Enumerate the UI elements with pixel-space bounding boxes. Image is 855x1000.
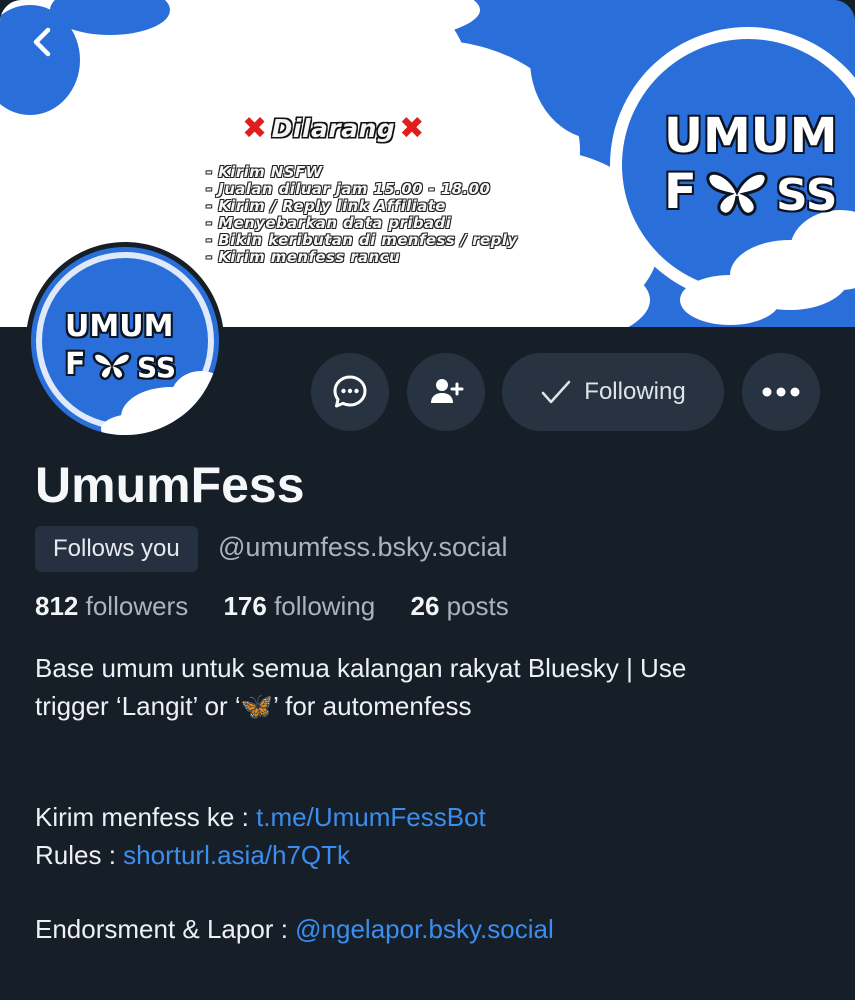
bio-endorse-line: Endorsment & Lapor : @ngelapor.bsky.soci…: [35, 914, 554, 945]
rule-item: - Menyebarkan data pribadi: [206, 214, 452, 232]
butterfly-icon: [92, 352, 132, 380]
rule-item: - Bikin keributan di menfess / reply: [206, 231, 518, 249]
chevron-left-icon: [33, 27, 51, 57]
telegram-link[interactable]: t.me/UmumFessBot: [256, 802, 486, 832]
endorse-label: Endorsment & Lapor :: [35, 914, 296, 944]
display-name: UmumFess: [35, 457, 305, 513]
user-plus-icon: [431, 379, 464, 403]
banner-logo-line1: UMUM: [664, 108, 838, 164]
bio-rules-line: Rules : shorturl.asia/h7QTk: [35, 840, 350, 871]
rules-title-text: Dilarang: [271, 113, 396, 143]
kirim-label: Kirim menfess ke :: [35, 802, 257, 832]
banner-rules: ✖ Dilarang ✖ - Kirim NSFW - Jualan dilua…: [206, 108, 566, 266]
bio-line-1: Base umum untuk semua kalangan rakyat Bl…: [35, 653, 687, 683]
rule-item: - Kirim / Reply link Affiliate: [206, 197, 446, 215]
followers-stat[interactable]: 812 followers: [35, 591, 188, 621]
following-label: following: [274, 591, 376, 621]
rule-item: - Kirim NSFW: [206, 163, 323, 181]
avatar-image: UMUM F SS: [31, 247, 219, 435]
profile-stats: 812 followers 176 following 26 posts: [35, 591, 509, 622]
butterfly-icon: [706, 171, 768, 216]
ellipsis-icon: [762, 387, 800, 397]
bio-line-2: trigger ‘Langit’ or ‘🦋’ for automenfess: [35, 691, 472, 721]
following-button[interactable]: Following: [502, 353, 724, 431]
user-handle: @umumfess.bsky.social: [218, 532, 508, 562]
endorse-link[interactable]: @ngelapor.bsky.social: [295, 914, 554, 944]
chat-bubble-icon: [333, 375, 367, 408]
follows-you-badge: Follows you: [35, 526, 198, 572]
cross-icon: ✖: [399, 110, 425, 146]
avatar-logo-line2-left: F: [65, 347, 86, 382]
following-stat[interactable]: 176 following: [223, 591, 375, 621]
rule-item: - Kirim menfess rancu: [206, 248, 401, 266]
followers-label: followers: [85, 591, 189, 621]
following-button-label: Following: [584, 378, 686, 405]
avatar-logo-line2-right: SS: [137, 351, 177, 384]
checkmark-icon: [542, 380, 571, 404]
rules-label: Rules :: [35, 840, 124, 870]
banner-logo-line2-left: F: [664, 164, 697, 220]
rule-item: - Jualan diluar jam 15.00 - 18.00: [206, 180, 491, 198]
rules-heading: ✖ Dilarang ✖: [242, 108, 566, 148]
back-button[interactable]: [24, 22, 60, 62]
posts-count: 26: [410, 591, 440, 621]
avatar-logo-line1: UMUM: [65, 309, 174, 344]
more-options-button[interactable]: [742, 353, 820, 431]
rules-list: - Kirim NSFW - Jualan diluar jam 15.00 -…: [206, 164, 566, 266]
posts-label: posts: [446, 591, 509, 621]
cross-icon: ✖: [242, 110, 268, 146]
avatar[interactable]: UMUM F SS: [26, 242, 224, 440]
add-user-button[interactable]: [407, 353, 485, 431]
bio-kirim-line: Kirim menfess ke : t.me/UmumFessBot: [35, 802, 486, 833]
banner-logo-line2-right: SS: [776, 170, 838, 221]
message-button[interactable]: [311, 353, 389, 431]
rules-link[interactable]: shorturl.asia/h7QTk: [123, 840, 350, 870]
followers-count: 812: [35, 591, 79, 621]
following-count: 176: [223, 591, 267, 621]
posts-stat: 26 posts: [410, 591, 508, 621]
